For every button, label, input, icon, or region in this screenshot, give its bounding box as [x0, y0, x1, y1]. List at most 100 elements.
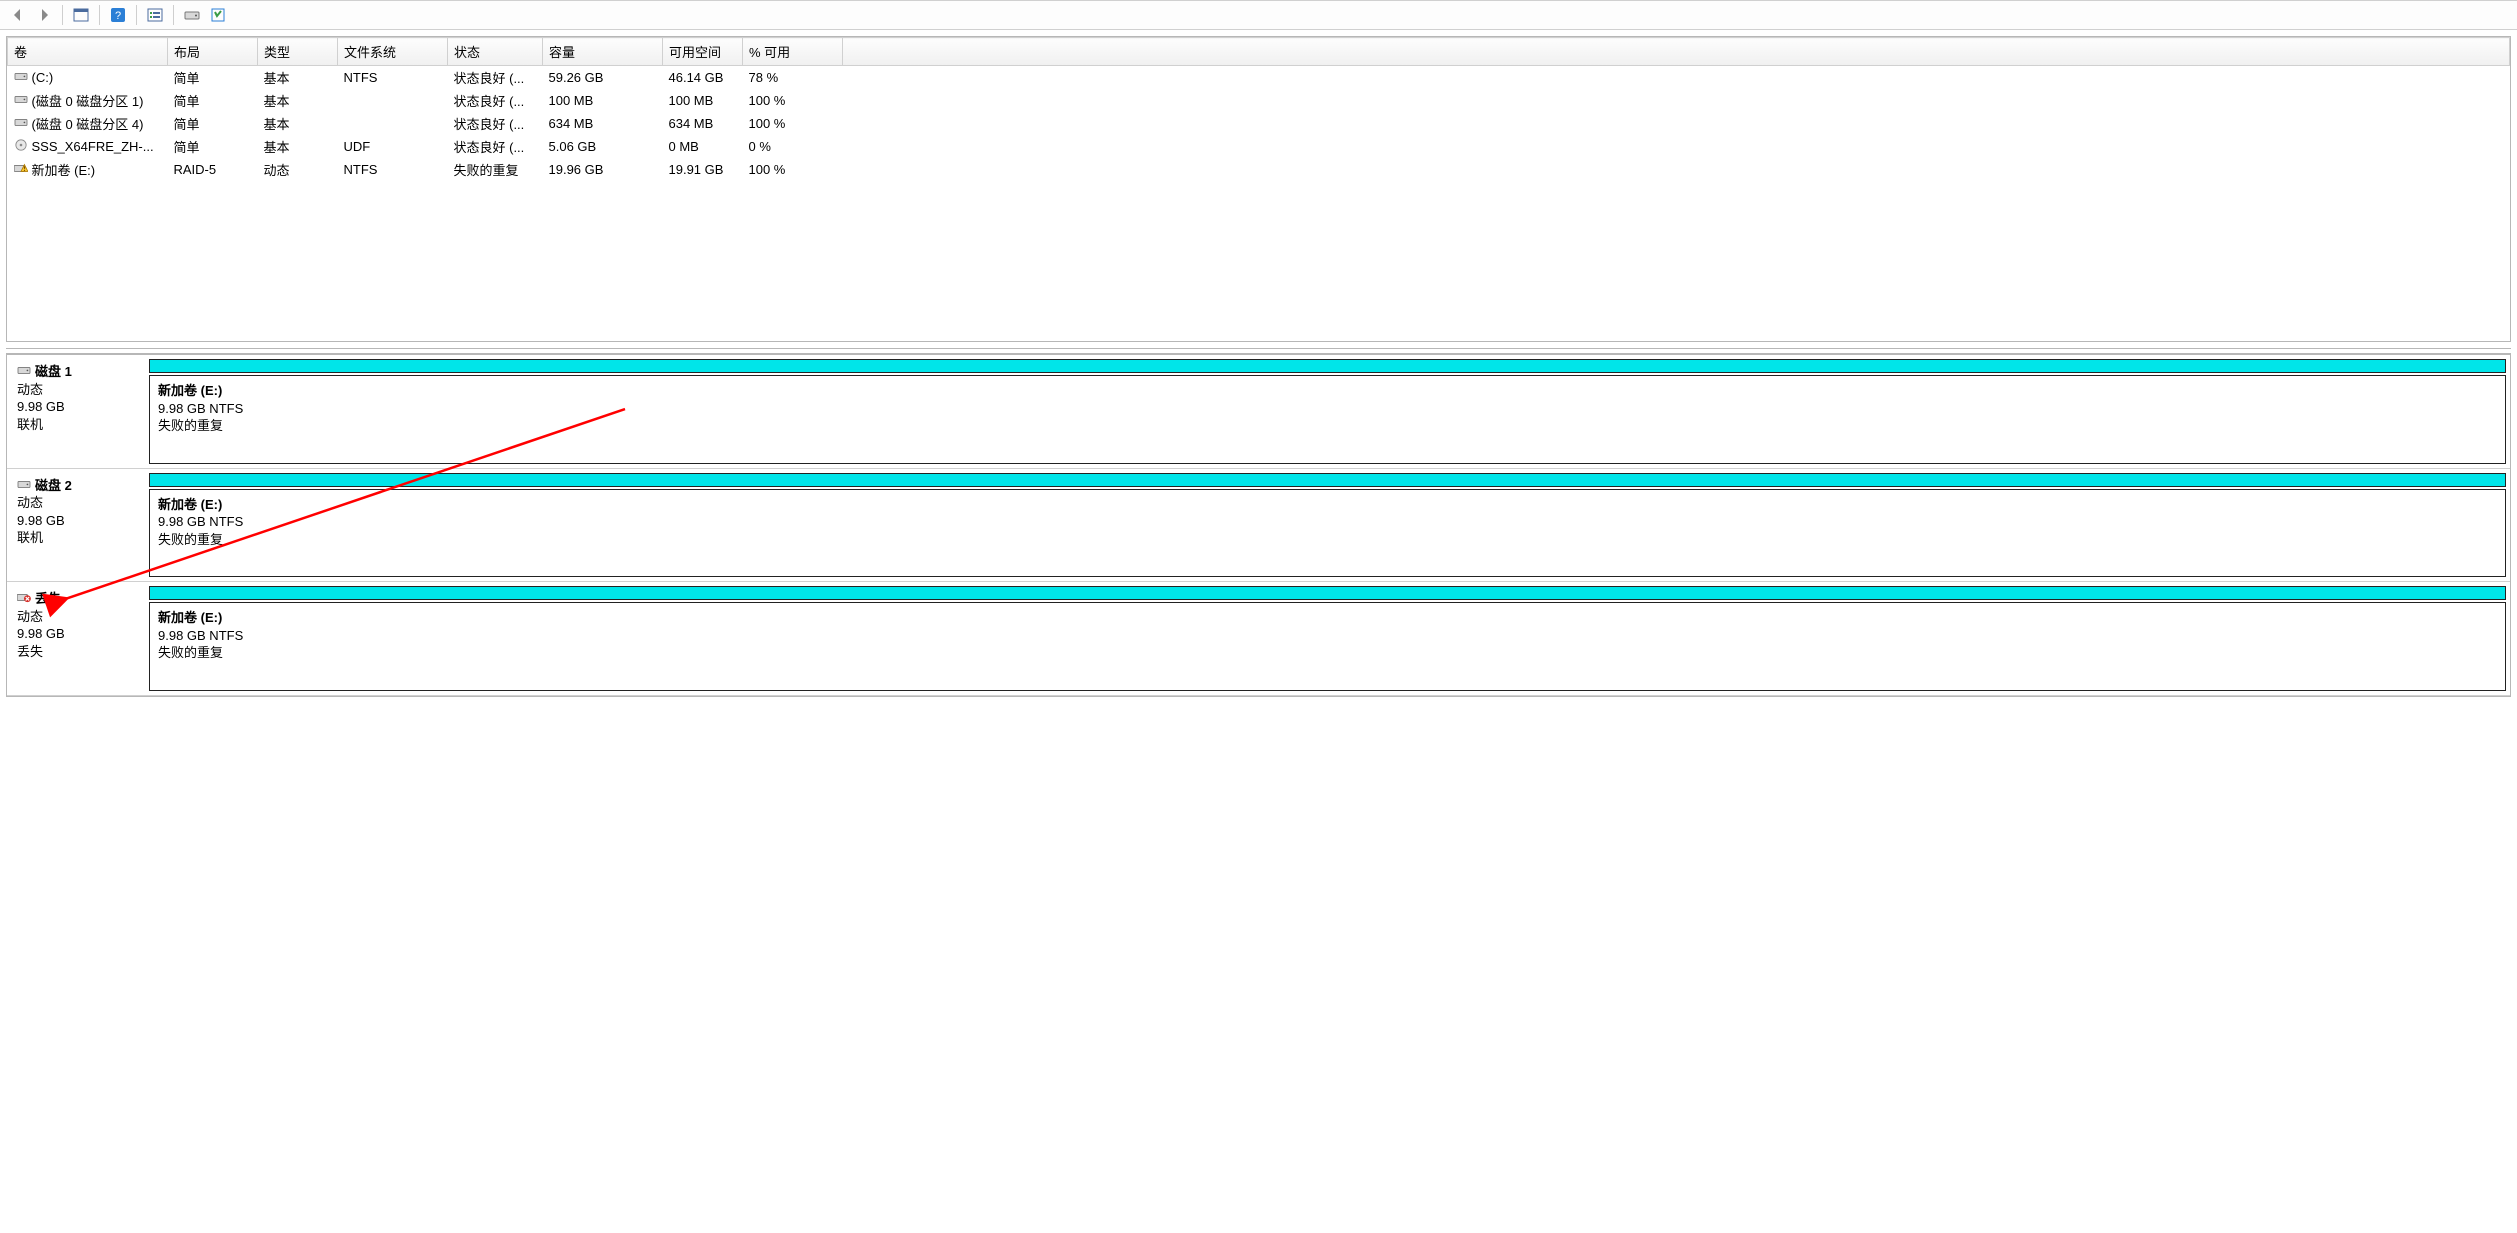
disk-row: 丢失动态9.98 GB丢失新加卷 (E:)9.98 GB NTFS失败的重复	[7, 582, 2510, 696]
volume-stripe[interactable]	[149, 586, 2506, 600]
warning-icon	[14, 162, 28, 177]
cell-pctfree: 100 %	[743, 112, 843, 135]
table-row[interactable]: (磁盘 0 磁盘分区 1)简单基本状态良好 (...100 MB100 MB10…	[8, 89, 2510, 112]
volume-block-desc: 9.98 GB NTFS	[158, 627, 2497, 645]
cell-layout: RAID-5	[168, 158, 258, 181]
disk-title: 磁盘 1	[35, 363, 72, 381]
cell-capacity: 59.26 GB	[543, 66, 663, 90]
disk-row: 磁盘 2动态9.98 GB联机新加卷 (E:)9.98 GB NTFS失败的重复	[7, 469, 2510, 583]
cell-free: 100 MB	[663, 89, 743, 112]
disk-map-pane: 磁盘 1动态9.98 GB联机新加卷 (E:)9.98 GB NTFS失败的重复…	[6, 354, 2511, 697]
table-row[interactable]: (C:)简单基本NTFS状态良好 (...59.26 GB46.14 GB78 …	[8, 66, 2510, 90]
volume-stripe[interactable]	[149, 473, 2506, 487]
col-type[interactable]: 类型	[258, 38, 338, 66]
help-button[interactable]: ?	[106, 3, 130, 27]
cell-layout: 简单	[168, 112, 258, 135]
disk-icon	[184, 7, 200, 23]
cell-free: 634 MB	[663, 112, 743, 135]
disk-state: 丢失	[17, 643, 137, 661]
disk-size: 9.98 GB	[17, 625, 137, 643]
cell-status: 失败的重复	[448, 158, 543, 181]
cell-status: 状态良好 (...	[448, 112, 543, 135]
disk-state: 联机	[17, 529, 137, 547]
volume-name: SSS_X64FRE_ZH-...	[32, 139, 154, 154]
cell-status: 状态良好 (...	[448, 89, 543, 112]
toolbar: ?	[0, 0, 2517, 30]
col-filesystem[interactable]: 文件系统	[338, 38, 448, 66]
volume-block[interactable]: 新加卷 (E:)9.98 GB NTFS失败的重复	[149, 602, 2506, 691]
props-button[interactable]	[206, 3, 230, 27]
action-list-icon	[147, 7, 163, 23]
cell-pctfree: 100 %	[743, 158, 843, 181]
col-layout[interactable]: 布局	[168, 38, 258, 66]
volume-block-status: 失败的重复	[158, 531, 2497, 549]
volume-block-name: 新加卷 (E:)	[158, 496, 2497, 514]
table-row[interactable]: (磁盘 0 磁盘分区 4)简单基本状态良好 (...634 MB634 MB10…	[8, 112, 2510, 135]
volume-block-desc: 9.98 GB NTFS	[158, 400, 2497, 418]
showhide-button[interactable]	[69, 3, 93, 27]
cell-layout: 简单	[168, 89, 258, 112]
volume-block-name: 新加卷 (E:)	[158, 609, 2497, 627]
cell-type: 基本	[258, 89, 338, 112]
cell-capacity: 634 MB	[543, 112, 663, 135]
disk-button[interactable]	[180, 3, 204, 27]
toolbar-separator	[99, 5, 100, 25]
cell-free: 46.14 GB	[663, 66, 743, 90]
volume-stripe[interactable]	[149, 359, 2506, 373]
disk-size: 9.98 GB	[17, 398, 137, 416]
disk-info: 磁盘 1动态9.98 GB联机	[11, 359, 141, 464]
help-icon: ?	[110, 7, 126, 23]
properties-icon	[210, 7, 226, 23]
col-status[interactable]: 状态	[448, 38, 543, 66]
disk-bars: 新加卷 (E:)9.98 GB NTFS失败的重复	[149, 586, 2506, 691]
disk-type: 动态	[17, 608, 137, 626]
col-capacity[interactable]: 容量	[543, 38, 663, 66]
cell-filesystem: NTFS	[338, 158, 448, 181]
disk-info: 丢失动态9.98 GB丢失	[11, 586, 141, 691]
drive-icon	[14, 70, 28, 85]
drive-icon	[17, 363, 31, 381]
back-button[interactable]	[6, 3, 30, 27]
cell-capacity: 100 MB	[543, 89, 663, 112]
volume-table: 卷 布局 类型 文件系统 状态 容量 可用空间 % 可用 (C:)简单基本NTF…	[7, 37, 2510, 181]
volume-block[interactable]: 新加卷 (E:)9.98 GB NTFS失败的重复	[149, 375, 2506, 464]
volume-name: (磁盘 0 磁盘分区 1)	[32, 91, 144, 110]
cell-free: 19.91 GB	[663, 158, 743, 181]
disk-row: 磁盘 1动态9.98 GB联机新加卷 (E:)9.98 GB NTFS失败的重复	[7, 355, 2510, 469]
forward-button[interactable]	[32, 3, 56, 27]
disk-size: 9.98 GB	[17, 512, 137, 530]
volume-name: (C:)	[32, 70, 54, 85]
volume-block[interactable]: 新加卷 (E:)9.98 GB NTFS失败的重复	[149, 489, 2506, 578]
volume-list-pane: 卷 布局 类型 文件系统 状态 容量 可用空间 % 可用 (C:)简单基本NTF…	[6, 36, 2511, 342]
volume-block-desc: 9.98 GB NTFS	[158, 513, 2497, 531]
volume-block-status: 失败的重复	[158, 417, 2497, 435]
col-volume[interactable]: 卷	[8, 38, 168, 66]
disk-info: 磁盘 2动态9.98 GB联机	[11, 473, 141, 578]
cell-pctfree: 100 %	[743, 89, 843, 112]
volume-list-empty	[7, 181, 2510, 341]
cell-free: 0 MB	[663, 135, 743, 158]
disk-title: 磁盘 2	[35, 477, 72, 495]
cell-filesystem: NTFS	[338, 66, 448, 90]
volume-name: 新加卷 (E:)	[32, 160, 96, 179]
col-filler	[843, 38, 2510, 66]
window-root: ? 卷 布局 类型 文件系统	[0, 0, 2517, 697]
cell-capacity: 19.96 GB	[543, 158, 663, 181]
table-row[interactable]: 新加卷 (E:) RAID-5动态NTFS失败的重复19.96 GB19.91 G…	[8, 158, 2510, 181]
col-free[interactable]: 可用空间	[663, 38, 743, 66]
cell-type: 动态	[258, 158, 338, 181]
disk-state: 联机	[17, 416, 137, 434]
error-icon	[17, 590, 31, 608]
cell-status: 状态良好 (...	[448, 66, 543, 90]
drive-icon	[17, 477, 31, 495]
pane-icon	[73, 7, 89, 23]
table-row[interactable]: SSS_X64FRE_ZH-...简单基本UDF状态良好 (...5.06 GB…	[8, 135, 2510, 158]
drive-icon	[14, 93, 28, 108]
cell-type: 基本	[258, 112, 338, 135]
cell-pctfree: 78 %	[743, 66, 843, 90]
disk-type: 动态	[17, 381, 137, 399]
volume-block-status: 失败的重复	[158, 644, 2497, 662]
cell-pctfree: 0 %	[743, 135, 843, 158]
action-button[interactable]	[143, 3, 167, 27]
col-pctfree[interactable]: % 可用	[743, 38, 843, 66]
